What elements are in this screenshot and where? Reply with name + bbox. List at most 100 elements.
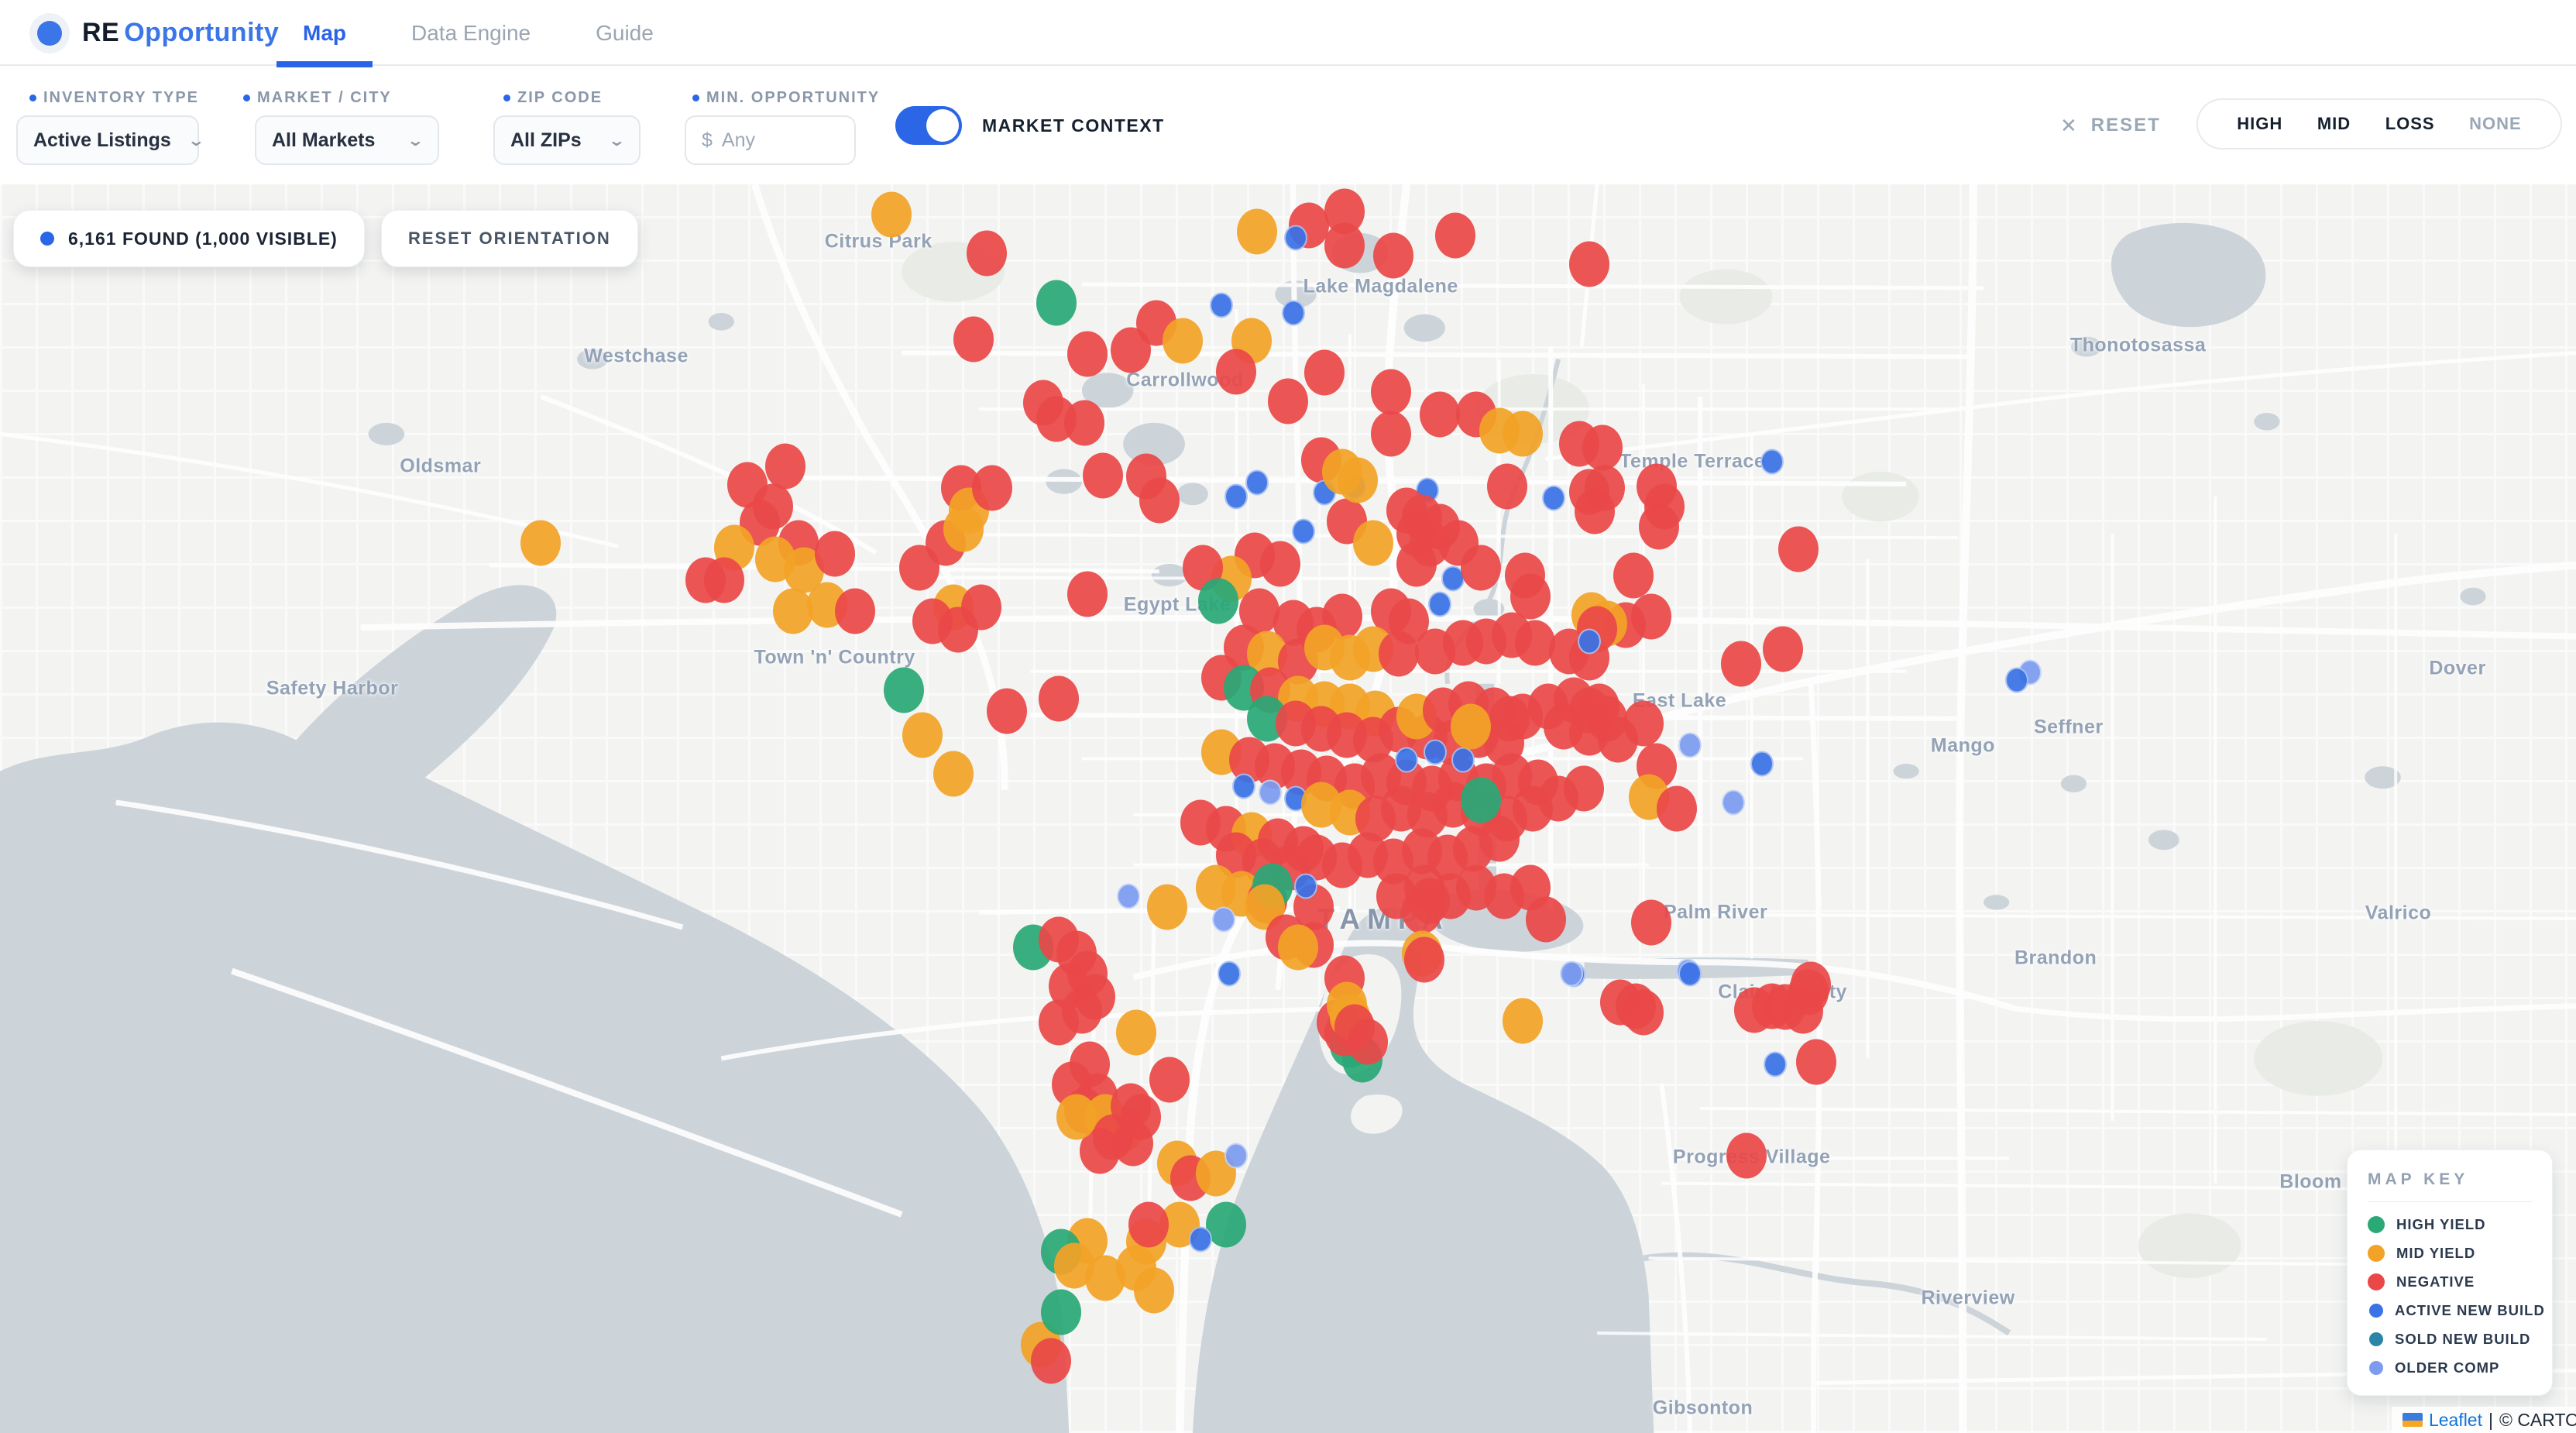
listing-dot[interactable] (1796, 1040, 1836, 1085)
listing-dot[interactable] (1631, 899, 1671, 945)
leaflet-link[interactable]: Leaflet (2429, 1410, 2482, 1431)
listing-dot[interactable] (835, 589, 875, 634)
listing-dot[interactable] (1259, 780, 1282, 806)
listing-dot[interactable] (1578, 628, 1601, 654)
tab-map[interactable]: Map (298, 0, 351, 66)
listing-dot[interactable] (1163, 318, 1203, 363)
listing-dot[interactable] (1224, 484, 1248, 510)
listing-dot[interactable] (1294, 873, 1317, 899)
listing-dot[interactable] (1198, 579, 1238, 624)
listing-dot[interactable] (520, 520, 561, 565)
listing-dot[interactable] (1116, 1009, 1156, 1055)
listing-dot[interactable] (1324, 222, 1365, 268)
listing-dot[interactable] (1764, 1052, 1787, 1077)
listing-dot[interactable] (1631, 593, 1671, 639)
listing-dot[interactable] (1212, 907, 1235, 933)
inventory-type-select[interactable]: Active Listings ⌄ (16, 115, 199, 165)
listing-dot[interactable] (1639, 503, 1679, 549)
listing-dot[interactable] (871, 191, 912, 237)
listing-dot[interactable] (972, 465, 1012, 510)
listing-dot[interactable] (1778, 526, 1819, 572)
listing-dot[interactable] (1224, 1143, 1248, 1169)
listing-dot[interactable] (1503, 411, 1543, 457)
listing-dot[interactable] (1721, 641, 1761, 687)
segment-mid[interactable]: MID (2317, 114, 2351, 134)
listing-dot[interactable] (1564, 766, 1604, 812)
reset-filters-button[interactable]: ✕ RESET (2060, 106, 2161, 145)
listing-dot[interactable] (1750, 751, 1774, 776)
listing-dot[interactable] (1218, 960, 1241, 986)
listing-dot[interactable] (953, 316, 994, 362)
listing-dot[interactable] (1371, 369, 1411, 414)
reset-orientation-button[interactable]: RESET ORIENTATION (381, 210, 638, 267)
listing-dot[interactable] (1067, 332, 1108, 377)
listing-dot[interactable] (1371, 411, 1411, 457)
listing-dot[interactable] (1284, 225, 1307, 251)
listing-dot[interactable] (1373, 232, 1413, 278)
listing-dot[interactable] (967, 230, 1007, 276)
listing-dot[interactable] (1678, 960, 1702, 986)
listing-dot[interactable] (1678, 732, 1702, 758)
listing-dot[interactable] (1348, 1019, 1388, 1065)
listing-dot[interactable] (1760, 448, 1784, 474)
listing-dot[interactable] (961, 585, 1001, 631)
listing-dot[interactable] (1763, 626, 1803, 672)
map-canvas[interactable]: Citrus ParkLake MagdaleneThonotosassaWes… (0, 184, 2576, 1433)
listing-dot[interactable] (1292, 519, 1315, 545)
listing-dot[interactable] (987, 689, 1027, 734)
listing-dot[interactable] (1461, 545, 1501, 590)
tab-data-engine[interactable]: Data Engine (407, 0, 535, 66)
listing-dot[interactable] (1582, 425, 1623, 471)
listing-dot[interactable] (704, 558, 744, 603)
listing-dot[interactable] (1489, 696, 1530, 741)
listing-dot[interactable] (1435, 213, 1475, 259)
listing-dot[interactable] (1216, 349, 1256, 394)
listing-dot[interactable] (1111, 1083, 1151, 1129)
listing-dot[interactable] (1031, 1338, 1071, 1383)
listing-dot[interactable] (1722, 789, 1745, 815)
listing-dot[interactable] (1056, 1095, 1097, 1140)
market-city-select[interactable]: All Markets ⌄ (255, 115, 439, 165)
listing-dot[interactable] (1067, 571, 1108, 617)
listing-dot[interactable] (1041, 1289, 1081, 1335)
listing-dot[interactable] (1139, 477, 1180, 523)
listing-dot[interactable] (1613, 552, 1654, 598)
listing-dot[interactable] (1510, 573, 1551, 619)
segment-none[interactable]: NONE (2469, 114, 2522, 134)
listing-dot[interactable] (1503, 998, 1543, 1044)
listing-dot[interactable] (1396, 541, 1437, 587)
listing-dot[interactable] (1575, 489, 1615, 534)
listing-dot[interactable] (1147, 885, 1187, 930)
listing-dot[interactable] (1404, 937, 1444, 983)
listing-dot[interactable] (933, 751, 974, 796)
listing-dot[interactable] (1424, 740, 1447, 765)
listing-dot[interactable] (1134, 1268, 1174, 1314)
zip-code-select[interactable]: All ZIPs ⌄ (493, 115, 641, 165)
listing-dot[interactable] (1487, 464, 1527, 510)
listing-dot[interactable] (1657, 786, 1697, 832)
listing-dot[interactable] (1039, 999, 1079, 1045)
listing-dot[interactable] (765, 444, 805, 490)
listing-dot[interactable] (1479, 816, 1520, 861)
listing-dot[interactable] (1304, 350, 1345, 396)
listing-dot[interactable] (1428, 591, 1451, 617)
segment-loss[interactable]: LOSS (2385, 114, 2435, 134)
market-context-toggle[interactable] (895, 106, 962, 145)
listing-dot[interactable] (1623, 701, 1664, 747)
min-opportunity-input[interactable]: $ Any (685, 115, 856, 165)
tab-guide[interactable]: Guide (591, 0, 658, 66)
listing-dot[interactable] (1560, 960, 1583, 986)
listing-dot[interactable] (1353, 520, 1393, 565)
listing-dot[interactable] (1237, 209, 1277, 255)
listing-dot[interactable] (1278, 924, 1318, 970)
listing-dot[interactable] (1083, 452, 1123, 498)
listing-dot[interactable] (1791, 962, 1831, 1008)
listing-dot[interactable] (1036, 397, 1077, 442)
listing-dot[interactable] (1542, 485, 1565, 510)
listing-dot[interactable] (1232, 773, 1255, 799)
listing-dot[interactable] (1461, 777, 1501, 823)
listing-dot[interactable] (1338, 458, 1378, 503)
listing-dot[interactable] (1726, 1133, 1767, 1179)
listing-dot[interactable] (2005, 667, 2028, 692)
listing-dot[interactable] (1189, 1227, 1212, 1253)
